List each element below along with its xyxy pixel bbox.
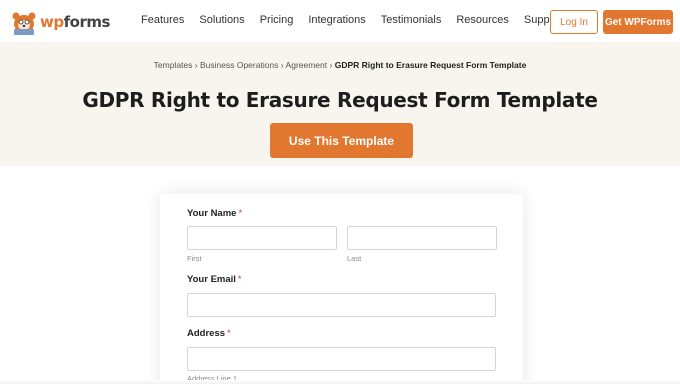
last-name-input[interactable] [347, 226, 497, 250]
use-template-button[interactable]: Use This Template [270, 123, 413, 158]
address-field-label: Address * [187, 328, 231, 339]
required-asterisk: * [237, 274, 242, 285]
required-asterisk: * [238, 208, 243, 219]
breadcrumb: Templates › Business Operations › Agreem… [0, 60, 680, 70]
page-title: GDPR Right to Erasure Request Form Templ… [82, 88, 598, 112]
nav-item-solutions[interactable]: Solutions [199, 14, 244, 26]
bear-mascot-icon [10, 8, 38, 36]
wpforms-logo[interactable]: wpforms [10, 8, 110, 36]
page-bottom-fade [0, 380, 680, 384]
nav-item-resources[interactable]: Resources [456, 14, 509, 26]
logo-wordmark: wpforms [40, 13, 110, 31]
nav-item-pricing[interactable]: Pricing [260, 14, 294, 26]
nav-item-features[interactable]: Features [141, 14, 184, 26]
required-asterisk: * [227, 328, 231, 339]
email-field-label: Your Email * [187, 274, 242, 285]
breadcrumb-separator: › [280, 60, 284, 70]
nav-item-testimonials[interactable]: Testimonials [381, 14, 442, 26]
address-line1-input[interactable] [187, 347, 496, 371]
hero-section: Templates › Business Operations › Agreem… [0, 42, 680, 166]
breadcrumb-separator: › [329, 60, 333, 70]
get-wpforms-button[interactable]: Get WPForms [603, 10, 673, 34]
breadcrumb-item-agreement[interactable]: Agreement [286, 60, 328, 70]
main-nav: Features Solutions Pricing Integrations … [141, 14, 562, 26]
first-name-input[interactable] [187, 226, 337, 250]
last-sublabel: Last [347, 254, 362, 263]
site-header: wpforms Features Solutions Pricing Integ… [0, 0, 680, 42]
form-preview-card: Your Name * First Last Your Email * Addres… [160, 194, 523, 384]
breadcrumb-separator: › [194, 60, 198, 70]
nav-item-integrations[interactable]: Integrations [308, 14, 365, 26]
login-button[interactable]: Log In [550, 10, 598, 34]
name-field-label: Your Name * [187, 208, 243, 219]
breadcrumb-current: GDPR Right to Erasure Request Form Templ… [334, 60, 527, 70]
email-input[interactable] [187, 293, 496, 317]
breadcrumb-item-business-operations[interactable]: Business Operations [200, 60, 278, 70]
breadcrumb-item-templates[interactable]: Templates [154, 60, 193, 70]
first-sublabel: First [187, 254, 202, 263]
